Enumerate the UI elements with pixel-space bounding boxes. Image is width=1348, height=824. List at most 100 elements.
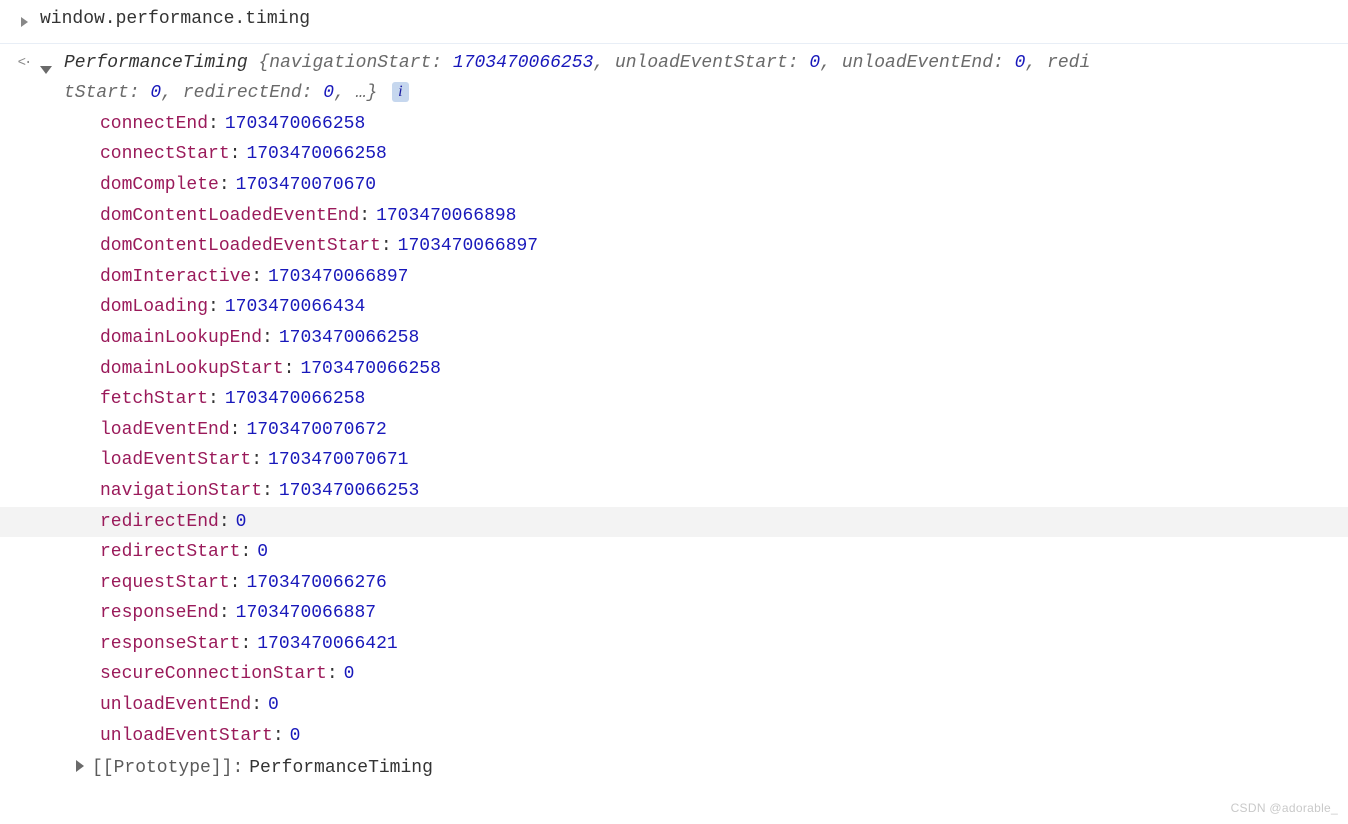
input-prompt-icon [8, 4, 40, 39]
property-row[interactable]: unloadEventEnd:0 [100, 690, 1348, 721]
property-key: loadEventStart [100, 445, 251, 476]
property-key: redirectEnd [100, 507, 219, 538]
property-row[interactable]: requestStart:1703470066276 [100, 568, 1348, 599]
console-output-row: <· PerformanceTiming { navigationStart: 1… [0, 44, 1348, 788]
property-key: loadEventEnd [100, 415, 230, 446]
property-value: 1703470066898 [376, 201, 516, 232]
property-separator: : [208, 292, 219, 323]
property-key: domainLookupEnd [100, 323, 262, 354]
property-row[interactable]: domainLookupEnd:1703470066258 [100, 323, 1348, 354]
property-separator: : [219, 170, 230, 201]
property-separator: : [251, 690, 262, 721]
property-row[interactable]: navigationStart:1703470066253 [100, 476, 1348, 507]
prototype-label: [[Prototype]]: [92, 753, 243, 784]
property-key: domComplete [100, 170, 219, 201]
property-value: 1703470066434 [225, 292, 365, 323]
property-row[interactable]: domInteractive:1703470066897 [100, 262, 1348, 293]
watermark: CSDN @adorable_ [1231, 798, 1338, 818]
property-row[interactable]: connectStart:1703470066258 [100, 139, 1348, 170]
property-separator: : [251, 445, 262, 476]
property-row[interactable]: connectEnd:1703470066258 [100, 109, 1348, 140]
property-separator: : [327, 659, 338, 690]
property-separator: : [359, 201, 370, 232]
property-value: 0 [257, 537, 268, 568]
property-row[interactable]: loadEventStart:1703470070671 [100, 445, 1348, 476]
property-value: 1703470066887 [236, 598, 376, 629]
property-row[interactable]: unloadEventStart:0 [100, 721, 1348, 752]
property-row[interactable]: redirectStart:0 [100, 537, 1348, 568]
property-row[interactable]: fetchStart:1703470066258 [100, 384, 1348, 415]
property-key: connectStart [100, 139, 230, 170]
property-value: 1703470070672 [246, 415, 386, 446]
truncated-key-part2: tStart [64, 83, 129, 103]
property-key: unloadEventEnd [100, 690, 251, 721]
property-value: 0 [236, 507, 247, 538]
property-value: 1703470066258 [246, 139, 386, 170]
property-key: responseStart [100, 629, 240, 660]
property-separator: : [219, 507, 230, 538]
property-value: 0 [290, 721, 301, 752]
property-key: unloadEventStart [100, 721, 273, 752]
property-row[interactable]: domLoading:1703470066434 [100, 292, 1348, 323]
property-separator: : [262, 323, 273, 354]
property-separator: : [273, 721, 284, 752]
truncated-key-part1: redi [1047, 53, 1090, 73]
property-separator: : [262, 476, 273, 507]
property-key: redirectStart [100, 537, 240, 568]
output-content: PerformanceTiming { navigationStart: 1703… [40, 48, 1348, 784]
prototype-value: PerformanceTiming [249, 753, 433, 784]
object-properties-list: connectEnd:1703470066258connectStart:170… [40, 109, 1348, 751]
property-key: domLoading [100, 292, 208, 323]
property-separator: : [240, 537, 251, 568]
property-row[interactable]: loadEventEnd:1703470070672 [100, 415, 1348, 446]
triangle-right-icon [76, 753, 84, 784]
property-row[interactable]: redirectEnd:0 [0, 507, 1348, 538]
property-separator: : [208, 384, 219, 415]
disclosure-toggle[interactable] [40, 48, 64, 86]
property-value: 1703470066258 [300, 354, 440, 385]
property-key: domInteractive [100, 262, 251, 293]
info-icon[interactable]: i [392, 82, 408, 102]
property-key: domContentLoadedEventStart [100, 231, 381, 262]
property-value: 0 [344, 659, 355, 690]
property-row[interactable]: responseEnd:1703470066887 [100, 598, 1348, 629]
console-input-row: window.performance.timing [0, 0, 1348, 44]
triangle-down-icon [40, 55, 52, 86]
property-row[interactable]: domComplete:1703470070670 [100, 170, 1348, 201]
property-value: 1703470066897 [398, 231, 538, 262]
property-row[interactable]: secureConnectionStart:0 [100, 659, 1348, 690]
console-command[interactable]: window.performance.timing [40, 4, 1348, 35]
property-separator: : [284, 354, 295, 385]
object-summary-text[interactable]: PerformanceTiming {navigationStart: 1703… [64, 48, 1090, 109]
property-row[interactable]: responseStart:1703470066421 [100, 629, 1348, 660]
property-separator: : [230, 415, 241, 446]
property-row[interactable]: domContentLoadedEventEnd:1703470066898 [100, 201, 1348, 232]
property-value: 1703470066897 [268, 262, 408, 293]
property-row[interactable]: domainLookupStart:1703470066258 [100, 354, 1348, 385]
object-summary-row[interactable]: PerformanceTiming {navigationStart: 1703… [40, 48, 1348, 109]
property-value: 1703470070671 [268, 445, 408, 476]
property-key: requestStart [100, 568, 230, 599]
property-key: responseEnd [100, 598, 219, 629]
output-indicator: <· [8, 48, 40, 70]
property-separator: : [251, 262, 262, 293]
property-value: 1703470066276 [246, 568, 386, 599]
property-value: 1703470066258 [225, 384, 365, 415]
property-separator: : [381, 231, 392, 262]
property-key: navigationStart [100, 476, 262, 507]
brace-open: { [258, 53, 269, 73]
property-separator: : [208, 109, 219, 140]
property-separator: : [230, 139, 241, 170]
object-type-name: PerformanceTiming [64, 53, 248, 73]
property-value: 1703470066258 [279, 323, 419, 354]
property-key: domainLookupStart [100, 354, 284, 385]
property-separator: : [240, 629, 251, 660]
chevron-right-icon [21, 8, 28, 39]
prototype-row[interactable]: [[Prototype]]: PerformanceTiming [40, 753, 1348, 784]
property-key: secureConnectionStart [100, 659, 327, 690]
property-separator: : [230, 568, 241, 599]
property-value: 1703470066258 [225, 109, 365, 140]
property-value: 1703470070670 [236, 170, 376, 201]
property-key: connectEnd [100, 109, 208, 140]
property-row[interactable]: domContentLoadedEventStart:1703470066897 [100, 231, 1348, 262]
